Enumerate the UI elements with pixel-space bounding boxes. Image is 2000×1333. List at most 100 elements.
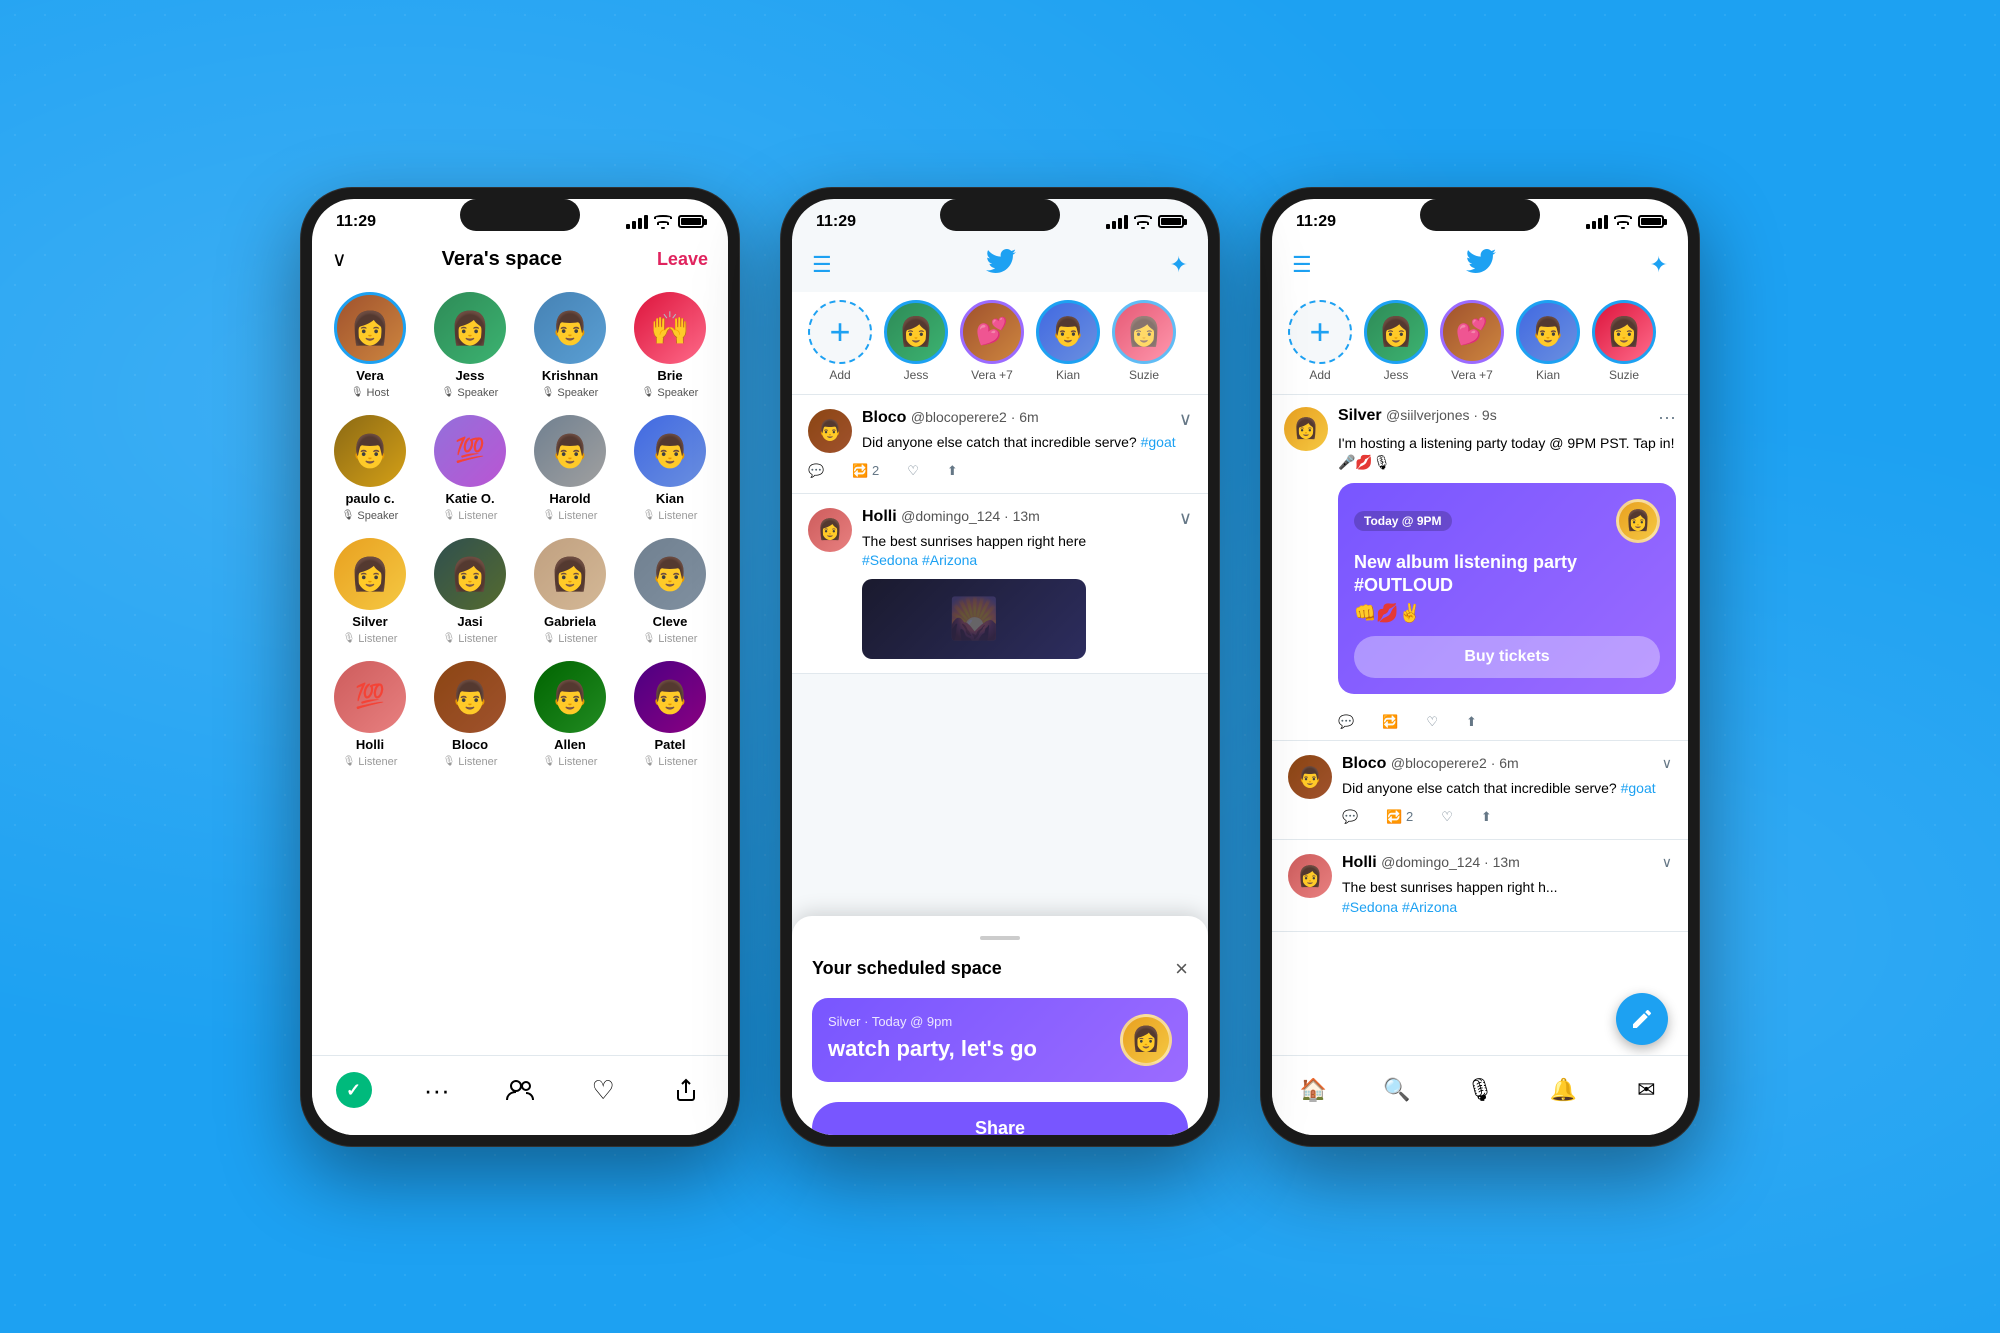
like-action[interactable]: ♡	[907, 463, 919, 479]
nav-heart[interactable]: ♡	[581, 1068, 625, 1112]
story-label-kian: Kian	[1056, 368, 1080, 382]
bloco-inner: 👨 Bloco @blocoperere2 · 6m Did anyone el…	[1288, 755, 1656, 825]
silver-tweet-row: 👩 Silver @siilverjones · 9s ··· I'm host…	[1284, 407, 1676, 705]
tweet-username-silver: Silver	[1338, 407, 1386, 424]
hamburger-icon-3[interactable]: ☰	[1292, 252, 1312, 278]
space-tweet-title: New album listening party #OUTLOUD	[1354, 551, 1660, 598]
story-jess-3[interactable]: 👩 Jess	[1364, 300, 1428, 382]
person-role-bloco: Listener	[443, 756, 498, 768]
modal-close-button[interactable]: ×	[1175, 956, 1188, 982]
nav-share[interactable]	[664, 1068, 708, 1112]
share-bloco-3[interactable]: ⬆	[1481, 809, 1492, 825]
person-patel[interactable]: 👨 Patel Listener	[628, 661, 712, 768]
person-jess[interactable]: 👩 Jess Speaker	[428, 292, 512, 399]
person-holli[interactable]: 💯 Holli Listener	[328, 661, 412, 768]
share-button[interactable]: Share	[812, 1102, 1188, 1135]
story-add-3[interactable]: + Add	[1288, 300, 1352, 382]
nav-people[interactable]	[498, 1068, 542, 1112]
tweet-handle-bloco-3: @blocoperere2 · 6m	[1391, 755, 1519, 771]
nav-search-3[interactable]: 🔍	[1375, 1068, 1419, 1112]
person-role-gabriela: Listener	[543, 633, 598, 645]
story-suzie-3[interactable]: 👩 Suzie	[1592, 300, 1656, 382]
buy-tickets-button[interactable]: Buy tickets	[1354, 636, 1660, 678]
battery-icon-3	[1638, 215, 1664, 228]
reply-action[interactable]: 💬	[808, 463, 824, 479]
phone1-content: ∨ Vera's space Leave 👩 Vera Host 👩	[312, 239, 728, 1095]
reply-action-silver[interactable]: 💬	[1338, 714, 1354, 730]
hashtag-sedona-3[interactable]: #Sedona #Arizona	[1342, 899, 1457, 915]
retweet-action[interactable]: 🔁 2	[852, 463, 879, 479]
story-label-jess: Jess	[904, 368, 929, 382]
sparkle-icon[interactable]: ✦	[1170, 252, 1188, 278]
story-label-vera: Vera +7	[971, 368, 1013, 382]
space-tweet-card[interactable]: Today @ 9PM 👩 New album listening party …	[1338, 483, 1676, 695]
person-allen[interactable]: 👨 Allen Listener	[528, 661, 612, 768]
tweet-username-row-holli: Holli @domingo_124 · 13m	[862, 508, 1086, 526]
story-vera[interactable]: 💕 Vera +7	[960, 300, 1024, 382]
tweet-info: Bloco @blocoperere2 · 6m Did anyone else…	[862, 409, 1176, 453]
avatar-cleve: 👨	[634, 538, 706, 610]
person-kian[interactable]: 👨 Kian Listener	[628, 415, 712, 522]
story-jess[interactable]: 👩 Jess	[884, 300, 948, 382]
more-dots-silver[interactable]: ···	[1658, 407, 1676, 428]
person-harold[interactable]: 👨 Harold Listener	[528, 415, 612, 522]
nav-messages-3[interactable]: ✉	[1624, 1068, 1668, 1112]
p2-content: ☰ ✦ + Add 👩 Jess 💕	[792, 239, 1208, 1135]
person-cleve[interactable]: 👨 Cleve Listener	[628, 538, 712, 645]
nav-bubble[interactable]: ···	[415, 1068, 459, 1112]
story-vera-3[interactable]: 💕 Vera +7	[1440, 300, 1504, 382]
tweet-bloco-3: 👨 Bloco @blocoperere2 · 6m Did anyone el…	[1272, 741, 1688, 840]
reply-bloco-3[interactable]: 💬	[1342, 809, 1358, 825]
nav-check[interactable]: ✓	[332, 1068, 376, 1112]
avatar-brie: 🙌	[634, 292, 706, 364]
tweet-user-row-holli: 👩 Holli @domingo_124 · 13m The best sunr…	[808, 508, 1086, 659]
hamburger-icon[interactable]: ☰	[812, 252, 832, 278]
nav-spaces-3[interactable]: 🎙	[1458, 1068, 1502, 1112]
more-dots-holli-3[interactable]: ∨	[1662, 854, 1672, 917]
more-dots-bloco-3[interactable]: ∨	[1662, 755, 1672, 825]
phone-2: 11:29 ☰ ✦	[780, 187, 1220, 1147]
avatar-allen: 👨	[534, 661, 606, 733]
avatar-wrap-paulo: 👨	[334, 415, 406, 487]
share-action-silver[interactable]: ⬆	[1466, 714, 1477, 730]
compose-fab[interactable]	[1616, 993, 1668, 1045]
like-action-silver[interactable]: ♡	[1426, 714, 1438, 730]
leave-button[interactable]: Leave	[657, 249, 708, 270]
share-action[interactable]: ⬆	[947, 463, 958, 479]
like-bloco-3[interactable]: ♡	[1441, 809, 1453, 825]
person-katie[interactable]: 💯 Katie O. Listener	[428, 415, 512, 522]
avatar-katie: 💯	[434, 415, 506, 487]
person-name-katie: Katie O.	[445, 491, 494, 506]
sparkle-icon-3[interactable]: ✦	[1650, 252, 1668, 278]
tweet-hashtag-sedona[interactable]: #Sedona #Arizona	[862, 552, 977, 568]
hashtag-goat-3[interactable]: #goat	[1621, 780, 1656, 796]
story-kian-3[interactable]: 👨 Kian	[1516, 300, 1580, 382]
person-bloco[interactable]: 👨 Bloco Listener	[428, 661, 512, 768]
tweet-username-bloco: Bloco	[862, 409, 911, 426]
story-kian[interactable]: 👨 Kian	[1036, 300, 1100, 382]
retweet-action-silver[interactable]: 🔁	[1382, 714, 1398, 730]
chevron-down-icon[interactable]: ∨	[332, 247, 347, 272]
tweet-handle-holli: @domingo_124 · 13m	[901, 508, 1040, 524]
person-krishnan[interactable]: 👨 Krishnan Speaker	[528, 292, 612, 399]
story-add[interactable]: + Add	[808, 300, 872, 382]
more-dots-1[interactable]: ∨	[1179, 409, 1192, 430]
add-story-button-3[interactable]: +	[1288, 300, 1352, 364]
silver-name-row: Silver @siilverjones · 9s	[1338, 407, 1497, 428]
person-paulo[interactable]: 👨 paulo c. Speaker	[328, 415, 412, 522]
add-story-button[interactable]: +	[808, 300, 872, 364]
person-brie[interactable]: 🙌 Brie Speaker	[628, 292, 712, 399]
story-suzie[interactable]: 👩 Suzie	[1112, 300, 1176, 382]
person-gabriela[interactable]: 👩 Gabriela Listener	[528, 538, 612, 645]
person-silver[interactable]: 👩 Silver Listener	[328, 538, 412, 645]
more-dots-2[interactable]: ∨	[1179, 508, 1192, 529]
tweet-hashtag-goat[interactable]: #goat	[1141, 434, 1176, 450]
retweet-bloco-3[interactable]: 🔁 2	[1386, 809, 1413, 825]
nav-home-3[interactable]: 🏠	[1292, 1068, 1336, 1112]
person-vera[interactable]: 👩 Vera Host	[328, 292, 412, 399]
nav-notify-3[interactable]: 🔔	[1541, 1068, 1585, 1112]
person-jasi[interactable]: 👩 Jasi Listener	[428, 538, 512, 645]
space-card[interactable]: Silver · Today @ 9pm watch party, let's …	[812, 998, 1188, 1082]
person-role-allen: Listener	[543, 756, 598, 768]
phone-1: 11:29 ∨ Vera's space Leave	[300, 187, 740, 1147]
